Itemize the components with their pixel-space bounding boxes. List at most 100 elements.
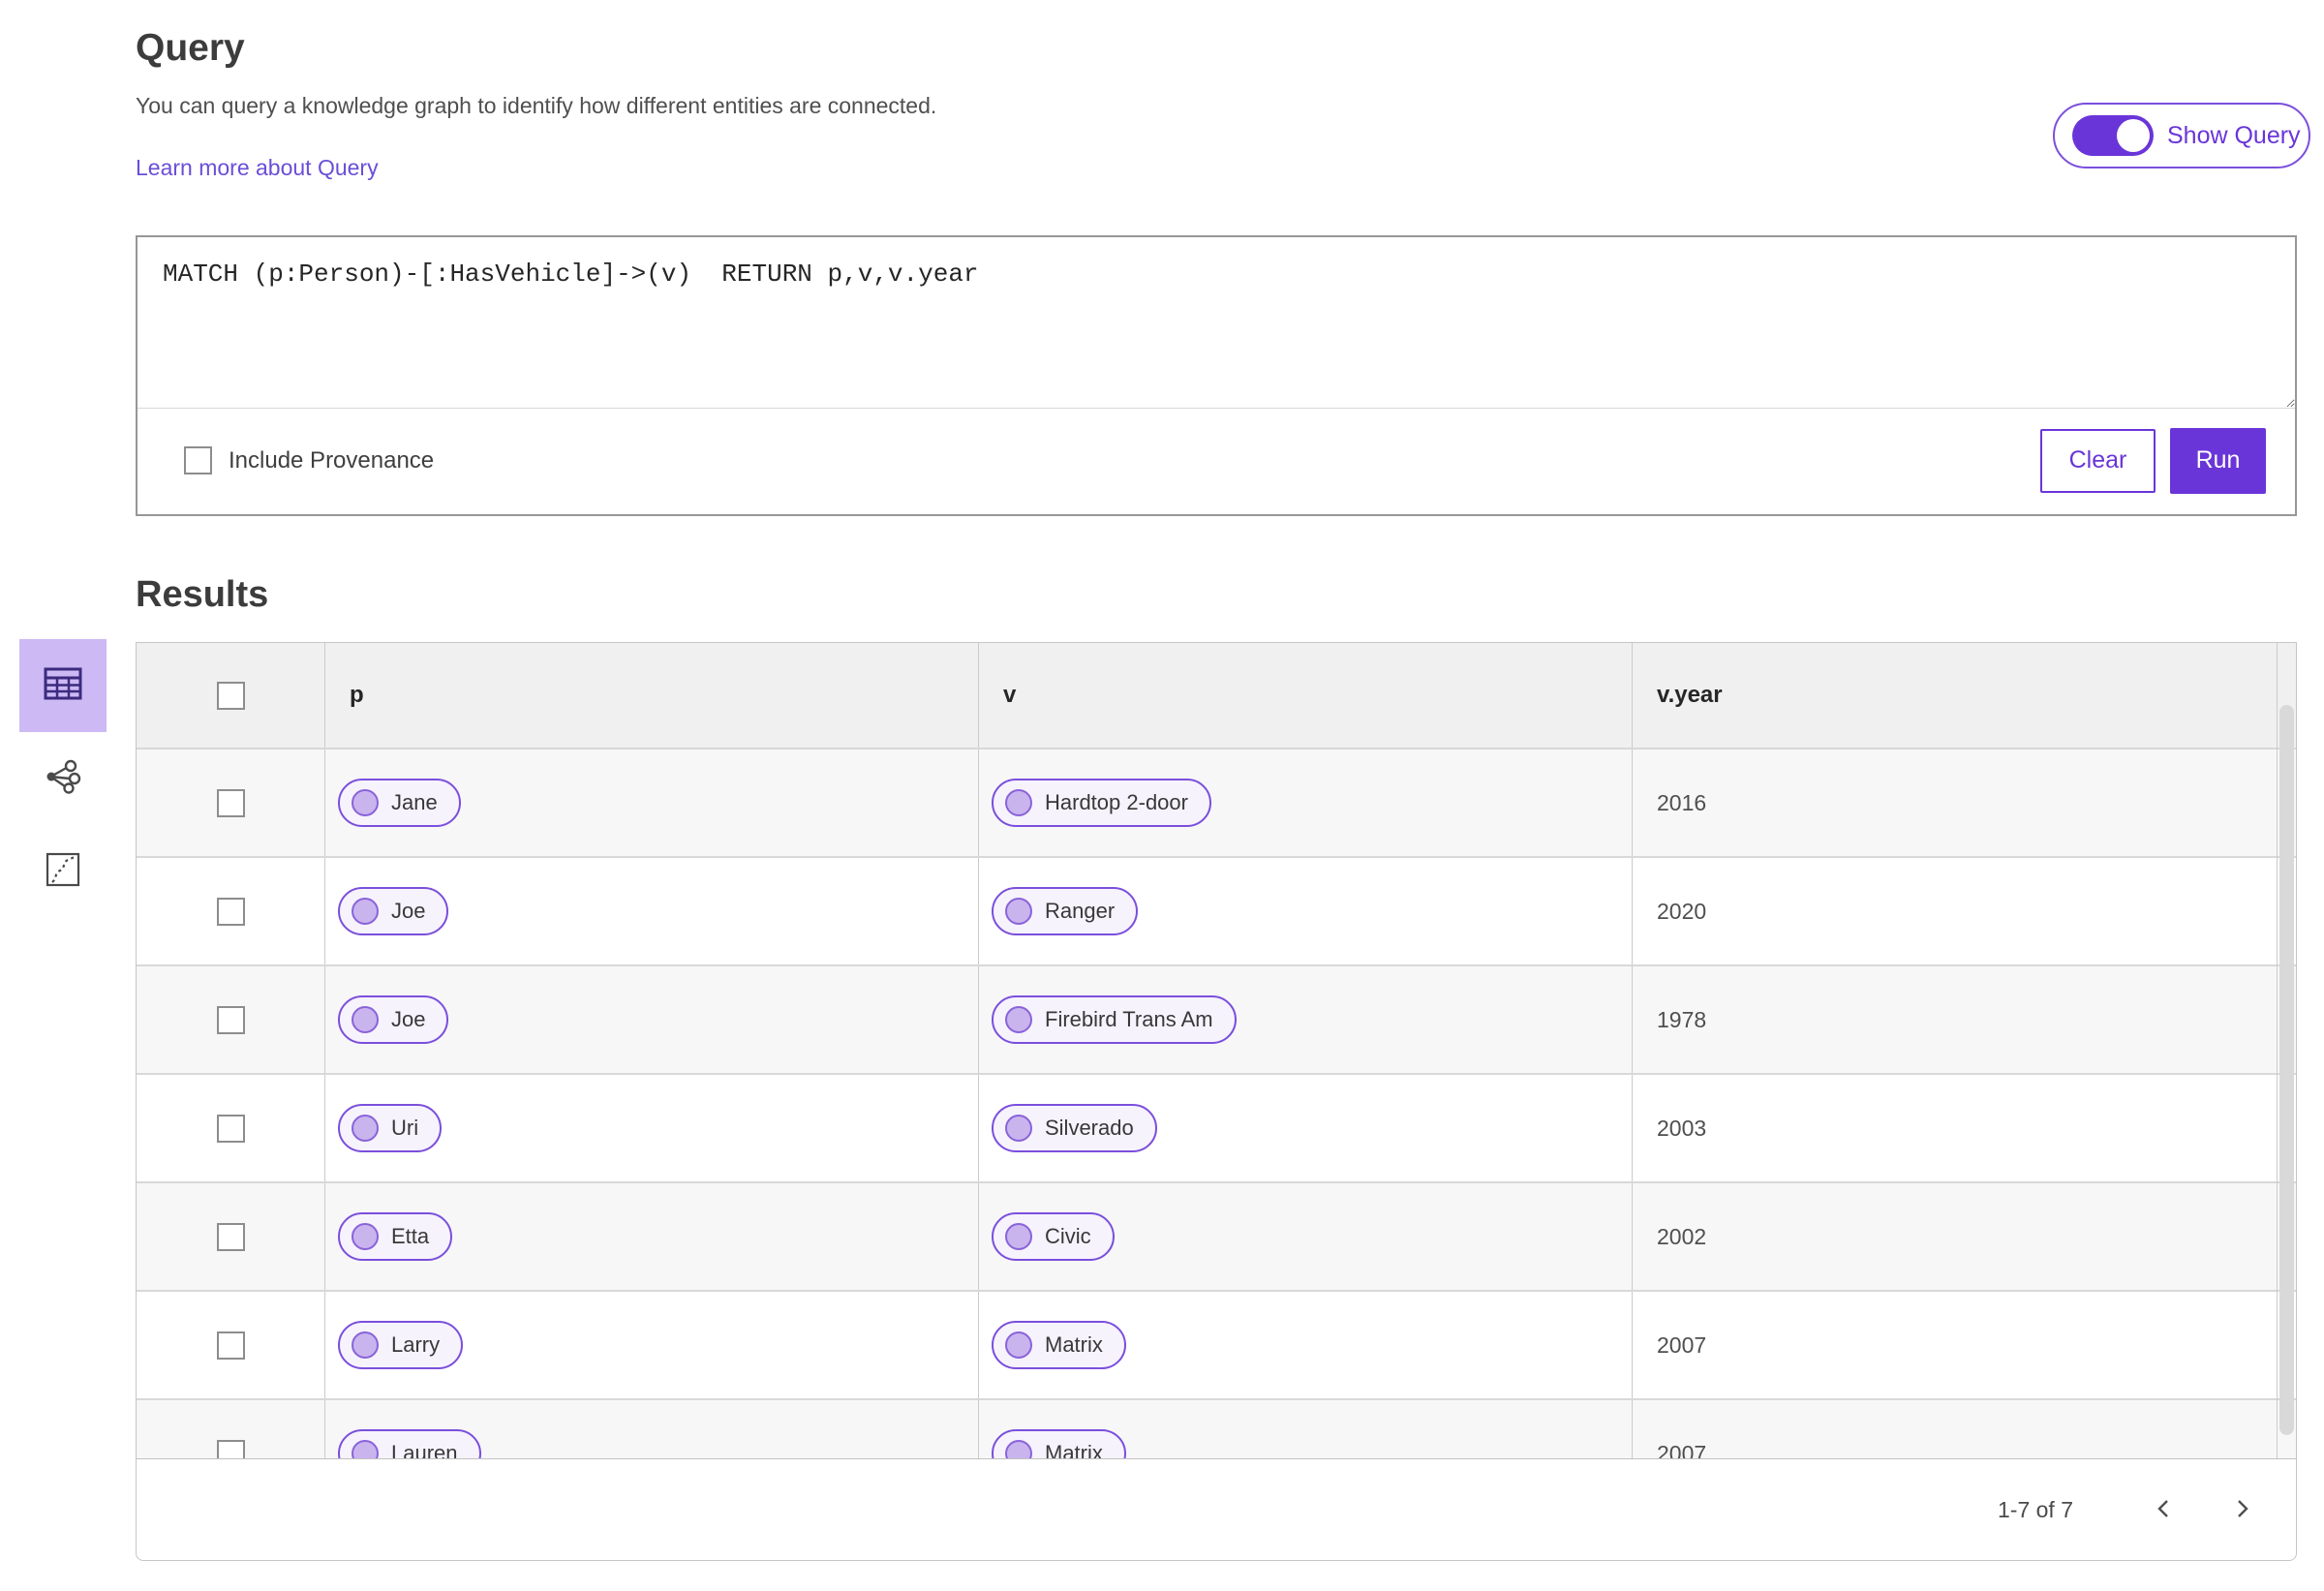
year-cell: 2016	[1657, 789, 1707, 815]
row-checkbox[interactable]	[216, 897, 245, 926]
toggle-switch-on[interactable]	[2072, 115, 2154, 156]
entity-chip[interactable]: Jane	[338, 779, 461, 827]
network-graph-icon	[45, 758, 81, 800]
row-select-cell	[137, 750, 325, 856]
table-row: Etta Civic 2002	[137, 1183, 2296, 1292]
map-icon	[46, 852, 80, 892]
entity-chip[interactable]: Civic	[992, 1212, 1115, 1261]
entity-label: Larry	[391, 1332, 441, 1357]
row-checkbox[interactable]	[216, 1114, 245, 1143]
v-cell: Silverado	[979, 1075, 1633, 1181]
table-row: Jane Hardtop 2-door 2016	[137, 750, 2296, 858]
entity-label: Silverado	[1045, 1116, 1134, 1140]
entity-chip[interactable]: Joe	[338, 995, 449, 1044]
node-icon	[1005, 898, 1032, 925]
entity-chip[interactable]: Matrix	[992, 1321, 1126, 1369]
query-page: Query You can query a knowledge graph to…	[0, 0, 2324, 1591]
entity-label: Uri	[391, 1116, 419, 1140]
table-header-row: p v v.year	[137, 643, 2296, 750]
node-icon	[352, 1223, 379, 1250]
entity-chip[interactable]: Etta	[338, 1212, 453, 1261]
learn-more-link[interactable]: Learn more about Query	[136, 155, 379, 181]
p-cell: Etta	[325, 1183, 979, 1290]
row-checkbox[interactable]	[216, 1005, 245, 1034]
year-cell: 1978	[1657, 1006, 1707, 1032]
node-icon	[1005, 1223, 1032, 1250]
table-row: Joe Firebird Trans Am 1978	[137, 966, 2296, 1075]
v-cell: Civic	[979, 1183, 1633, 1290]
entity-chip[interactable]: Larry	[338, 1321, 464, 1369]
table-view-button[interactable]	[19, 639, 107, 732]
chevron-right-icon	[2229, 1496, 2254, 1524]
row-checkbox[interactable]	[216, 1331, 245, 1360]
v-cell: Matrix	[979, 1292, 1633, 1398]
node-icon	[352, 789, 379, 816]
results-view-switcher	[19, 639, 107, 918]
row-select-cell	[137, 1075, 325, 1181]
entity-chip[interactable]: Uri	[338, 1104, 443, 1152]
row-select-cell	[137, 858, 325, 964]
entity-label: Firebird Trans Am	[1045, 1007, 1213, 1031]
entity-chip[interactable]: Joe	[338, 887, 449, 935]
table-icon	[44, 667, 82, 705]
column-header-p: p	[325, 643, 979, 748]
run-button[interactable]: Run	[2170, 427, 2266, 494]
year-cell: 2002	[1657, 1223, 1707, 1249]
row-select-cell	[137, 1292, 325, 1398]
table-body: Jane Hardtop 2-door 2016 Joe Ranger 2020…	[137, 750, 2296, 1509]
select-all-cell	[137, 643, 325, 748]
query-panel-footer: Include Provenance Clear Run	[138, 409, 2295, 512]
entity-label: Etta	[391, 1224, 430, 1248]
include-provenance-option[interactable]: Include Provenance	[184, 446, 434, 474]
node-icon	[1005, 789, 1032, 816]
year-cell: 2007	[1657, 1331, 1707, 1358]
p-cell: Joe	[325, 858, 979, 964]
row-checkbox[interactable]	[216, 788, 245, 817]
previous-page-button[interactable]	[2143, 1488, 2186, 1531]
include-provenance-checkbox[interactable]	[184, 446, 212, 474]
v-cell: Hardtop 2-door	[979, 750, 1633, 856]
table-row: Larry Matrix 2007	[137, 1292, 2296, 1400]
clear-button[interactable]: Clear	[2040, 428, 2156, 493]
node-icon	[352, 1115, 379, 1142]
pagination-range-label: 1-7 of 7	[1998, 1496, 2073, 1522]
entity-label: Joe	[391, 899, 426, 923]
entity-label: Joe	[391, 1007, 426, 1031]
page-description: You can query a knowledge graph to ident…	[136, 93, 937, 118]
query-input[interactable]: MATCH (p:Person)-[:HasVehicle]->(v) RETU…	[138, 237, 2295, 409]
p-cell: Larry	[325, 1292, 979, 1398]
node-icon	[352, 898, 379, 925]
entity-chip[interactable]: Silverado	[992, 1104, 1157, 1152]
column-header-v: v	[979, 643, 1633, 748]
column-header-v-year: v.year	[1657, 682, 1723, 708]
select-all-checkbox[interactable]	[216, 681, 245, 710]
year-cell: 2003	[1657, 1115, 1707, 1141]
year-cell: 2020	[1657, 898, 1707, 924]
table-row: Joe Ranger 2020	[137, 858, 2296, 966]
next-page-button[interactable]	[2220, 1488, 2263, 1531]
entity-label: Hardtop 2-door	[1045, 790, 1188, 814]
entity-label: Jane	[391, 790, 438, 814]
entity-label: Matrix	[1045, 1332, 1103, 1357]
results-table: p v v.year Jane Hardtop 2-door 2016 Joe …	[136, 642, 2297, 1561]
row-select-cell	[137, 966, 325, 1073]
node-icon	[352, 1006, 379, 1033]
node-icon	[1005, 1331, 1032, 1359]
scrollbar-thumb[interactable]	[2279, 705, 2294, 1435]
p-cell: Joe	[325, 966, 979, 1073]
page-title: Query	[136, 27, 245, 70]
entity-chip[interactable]: Hardtop 2-door	[992, 779, 1211, 827]
query-actions: Clear Run	[2040, 427, 2266, 494]
show-query-toggle[interactable]: Show Query	[2053, 103, 2310, 168]
entity-chip[interactable]: Ranger	[992, 887, 1139, 935]
node-icon	[1005, 1006, 1032, 1033]
chevron-left-icon	[2152, 1496, 2177, 1524]
map-view-button[interactable]	[19, 825, 107, 918]
vertical-scrollbar[interactable]	[2277, 643, 2296, 1461]
include-provenance-label: Include Provenance	[229, 446, 435, 474]
row-checkbox[interactable]	[216, 1222, 245, 1251]
row-select-cell	[137, 1183, 325, 1290]
graph-view-button[interactable]	[19, 732, 107, 825]
entity-chip[interactable]: Firebird Trans Am	[992, 995, 1237, 1044]
node-icon	[1005, 1115, 1032, 1142]
